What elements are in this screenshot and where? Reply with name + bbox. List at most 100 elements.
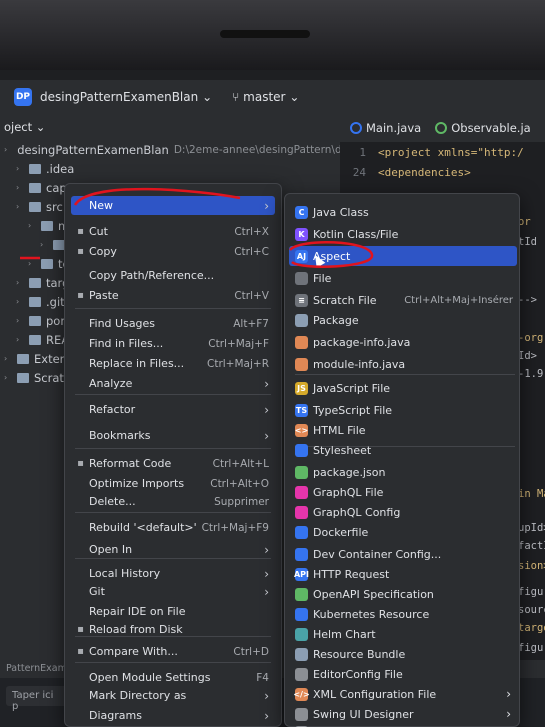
new-item-java-class[interactable]: C Java Class [289,202,517,222]
code-fragment: upId>or [518,522,545,534]
menu-item-rebuild-default[interactable]: Rebuild '<default>' Ctrl+Maj+F9 [71,518,275,537]
menu-item-reload-from-disk[interactable]: ▪ Reload from Disk [71,620,275,639]
new-item-http-request[interactable]: API HTTP Request [289,564,517,584]
tree-row[interactable]: › .idea [0,159,340,178]
menu-item-copy[interactable]: ▪ Copy Ctrl+C [71,242,275,261]
menu-item-repair-ide-on-file[interactable]: Repair IDE on File [71,602,275,621]
chevron-right-icon: › [264,542,269,557]
chevron-right-icon[interactable]: › [28,259,36,268]
menu-item-new[interactable]: New › [71,196,275,215]
new-item-editorconfig-file[interactable]: EditorConfig File [289,664,517,684]
new-item-graphql-config[interactable]: GraphQL Config [289,502,517,522]
chevron-right-icon[interactable]: › [16,335,24,344]
chevron-right-icon[interactable]: › [4,145,7,154]
menu-item-label: Copy Path/Reference... [89,269,215,282]
menu-item-shortcut: Ctrl+Maj+F9 [201,521,269,534]
new-item-kotlin-class-file[interactable]: K Kotlin Class/File [289,224,517,244]
new-item-label: Package [313,313,359,327]
menu-item-cut[interactable]: ▪ Cut Ctrl+X [71,222,275,241]
new-item-data-s[interactable]: Data S [289,722,517,727]
new-item-kubernetes-resource[interactable]: Kubernetes Resource [289,604,517,624]
menu-item-label: Find in Files... [89,337,164,350]
new-item-html-file[interactable]: <> HTML File [289,420,517,440]
chevron-right-icon: › [264,584,269,599]
project-panel-header[interactable]: oject ⌄ [0,114,340,140]
menu-item-open-in[interactable]: Open In › [71,540,275,559]
folder-icon [29,315,41,326]
new-item-typescript-file[interactable]: TS TypeScript File [289,400,517,420]
menu-item-optimize-imports[interactable]: Optimize Imports Ctrl+Alt+O [71,474,275,493]
tab-main-java[interactable]: Main.java [350,121,421,135]
new-item-dockerfile[interactable]: Dockerfile [289,522,517,542]
menu-item-find-in-files[interactable]: Find in Files... Ctrl+Maj+F [71,334,275,353]
new-item-label: package-info.java [313,335,411,349]
tab-observable-java[interactable]: Observable.ja [435,121,531,135]
chevron-right-icon[interactable]: › [16,183,24,192]
chevron-right-icon[interactable]: › [4,354,12,363]
menu-item-label: Repair IDE on File [89,605,186,618]
new-item-stylesheet[interactable]: Stylesheet [289,440,517,460]
menu-item-diagrams[interactable]: Diagrams › [71,706,275,725]
new-item-helm-chart[interactable]: Helm Chart [289,624,517,644]
folder-icon [29,277,41,288]
chevron-right-icon[interactable]: › [16,316,24,325]
new-item-resource-bundle[interactable]: Resource Bundle [289,644,517,664]
aspect-icon: AJ [295,249,308,263]
chevron-right-icon[interactable]: › [40,240,48,249]
new-item-label: Kubernetes Resource [313,607,430,621]
reformat-icon: ▪ [77,458,84,469]
menu-item-delete[interactable]: Delete... Supprimer [71,492,275,511]
branch-switcher[interactable]: ⑂ master ⌄ [232,90,299,104]
chevron-right-icon[interactable]: › [16,297,24,306]
project-switcher[interactable]: desingPatternExamenBlan ⌄ [40,90,212,104]
graphql-icon [295,485,308,499]
new-item-scratch-file[interactable]: ≡ Scratch File Ctrl+Alt+Maj+Insérer [289,290,517,310]
new-item-package-json[interactable]: package.json [289,462,517,482]
new-item-graphql-file[interactable]: GraphQL File [289,482,517,502]
new-item-javascript-file[interactable]: JS JavaScript File [289,378,517,398]
new-item-xml-configuration-file[interactable]: </> XML Configuration File › [289,684,517,704]
menu-item-git[interactable]: Git › [71,582,275,601]
taskbar-search-input[interactable]: Taper ici p [6,686,68,712]
chevron-right-icon[interactable]: › [28,221,36,230]
menu-item-label: Find Usages [89,317,156,330]
package-info-icon [295,335,308,349]
new-item-module-info-java[interactable]: module-info.java [289,354,517,374]
menu-item-compare-with[interactable]: ▪ Compare With... Ctrl+D [71,642,275,661]
menu-item-replace-in-files[interactable]: Replace in Files... Ctrl+Maj+R [71,354,275,373]
menu-separator [75,512,271,513]
chevron-right-icon[interactable]: › [16,278,24,287]
menu-item-find-usages[interactable]: Find Usages Alt+F7 [71,314,275,333]
new-item-package[interactable]: Package [289,310,517,330]
menu-item-analyze[interactable]: Analyze › [71,374,275,393]
menu-separator [75,308,271,309]
new-item-label: OpenAPI Specification [313,587,434,601]
chevron-right-icon: › [264,566,269,581]
new-item-dev-container-config[interactable]: Dev Container Config... [289,544,517,564]
chevron-right-icon: › [264,708,269,723]
scissors-icon: ▪ [77,226,84,237]
new-item-package-info-java[interactable]: package-info.java [289,332,517,352]
code-fragment: sion>3.1 [518,560,545,572]
menu-item-reformat-code[interactable]: ▪ Reformat Code Ctrl+Alt+L [71,454,275,473]
new-item-label: module-info.java [313,357,406,371]
menu-item-refactor[interactable]: Refactor › [71,400,275,419]
menu-item-bookmarks[interactable]: Bookmarks › [71,426,275,445]
new-item-openapi-specification[interactable]: OpenAPI Specification [289,584,517,604]
code-fragment: source> [518,604,545,616]
menu-item-local-history[interactable]: Local History › [71,564,275,583]
code-fragment: in Mav [518,488,545,500]
folder-icon [17,353,29,364]
new-item-swing-ui-designer[interactable]: Swing UI Designer › [289,704,517,724]
chevron-right-icon[interactable]: › [16,164,24,173]
chevron-right-icon[interactable]: › [4,373,12,382]
menu-item-open-module-settings[interactable]: Open Module Settings F4 [71,668,275,687]
menu-separator [75,662,271,663]
menu-item-copy-path-reference[interactable]: Copy Path/Reference... [71,266,275,285]
menu-item-mark-directory-as[interactable]: Mark Directory as › [71,686,275,705]
menu-item-paste[interactable]: ▪ Paste Ctrl+V [71,286,275,305]
new-item-file[interactable]: File [289,268,517,288]
chevron-right-icon[interactable]: › [16,202,24,211]
tree-row[interactable]: › desingPatternExamenBlan D:\2eme-annee\de… [0,140,354,159]
typescript-icon: TS [295,403,308,417]
